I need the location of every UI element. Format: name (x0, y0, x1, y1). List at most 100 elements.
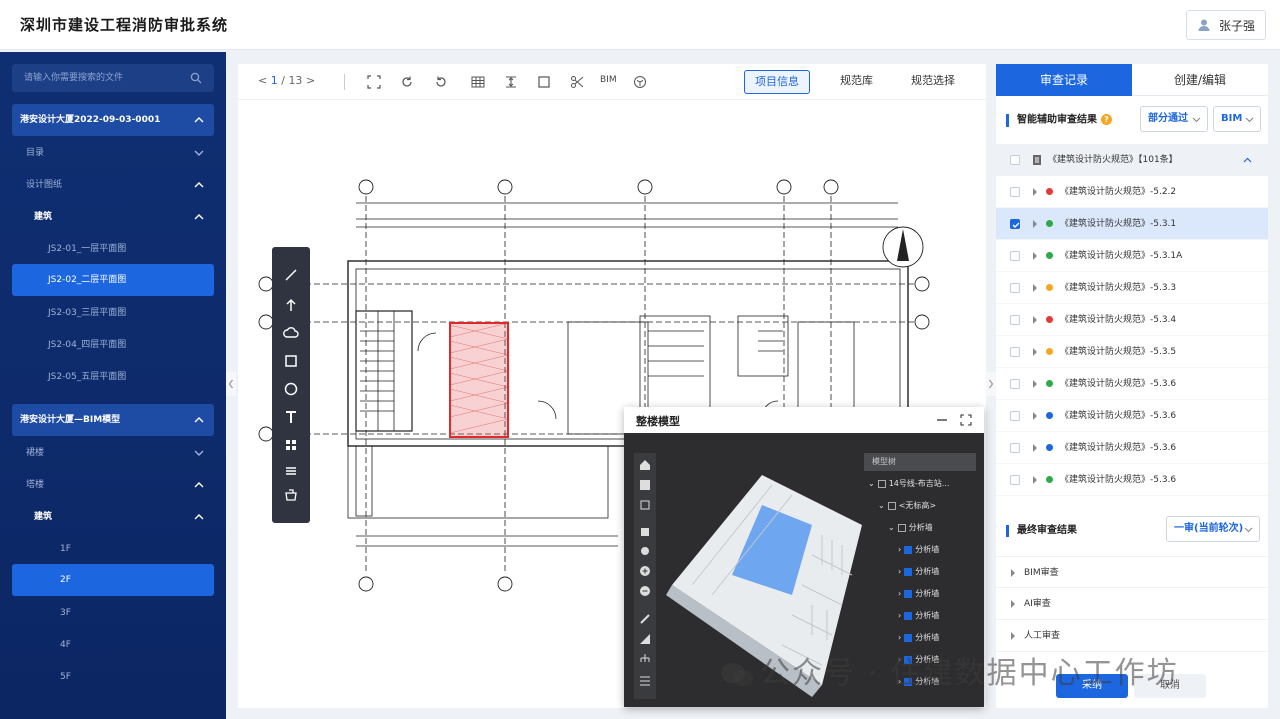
model-tree-node[interactable]: ⌄ <无标高> (878, 497, 936, 515)
model-tree-node[interactable]: ⌄ 分析墙 (888, 519, 933, 537)
rule-checkbox[interactable] (1010, 251, 1020, 261)
caret-right-icon[interactable] (1032, 348, 1038, 356)
hand-icon[interactable] (639, 545, 651, 557)
home-icon[interactable] (639, 459, 651, 471)
chevron-down-icon[interactable] (194, 438, 204, 468)
project-item-bim[interactable]: 港安设计大厦—BIM模型 (12, 404, 214, 436)
chevron-up-icon[interactable] (194, 104, 204, 136)
rule-row[interactable]: 《建筑设计防火规范》-5.3.5 (996, 336, 1268, 368)
rotate-cw-icon[interactable] (400, 75, 414, 89)
chevron-up-icon[interactable] (194, 170, 204, 200)
model-tree-node[interactable]: › 分析墙 (898, 541, 939, 559)
caret-right-icon[interactable] (1032, 220, 1038, 228)
rule-row[interactable]: 《建筑设计防火规范》-5.3.4 (996, 304, 1268, 336)
checkbox-checked[interactable] (904, 611, 913, 620)
rule-checkbox[interactable] (1010, 443, 1020, 453)
group-checkbox[interactable] (1010, 155, 1020, 165)
chevron-down-icon[interactable] (194, 138, 204, 168)
rule-row[interactable]: 《建筑设计防火规范》-5.3.6 (996, 432, 1268, 464)
rule-row[interactable]: 《建筑设计防火规范》-5.3.3 (996, 272, 1268, 304)
rotate-ccw-icon[interactable] (434, 75, 448, 89)
tab-project-info[interactable]: 项目信息 (744, 70, 810, 94)
tab-review-records[interactable]: 审查记录 (996, 64, 1132, 96)
floor-item[interactable]: 4F (12, 630, 214, 660)
rule-checkbox[interactable] (1010, 187, 1020, 197)
page-navigator[interactable]: < 1 / 13 > (258, 74, 315, 87)
rule-row[interactable]: 《建筑设计防火规范》-5.3.6 (996, 400, 1268, 432)
final-item-bim[interactable]: BIM审查 (996, 556, 1268, 588)
tree-item-tower[interactable]: 塔楼 (12, 470, 214, 500)
caret-right-icon[interactable] (1032, 316, 1038, 324)
final-item-ai[interactable]: AI审查 (996, 588, 1268, 620)
file-item-selected[interactable]: JS2-02_二层平面图 (12, 264, 214, 296)
fit-screen-icon[interactable] (367, 75, 381, 89)
chevron-up-icon[interactable] (194, 202, 204, 232)
rule-checkbox[interactable] (1010, 315, 1020, 325)
rule-row[interactable]: 《建筑设计防火规范》-5.3.6 (996, 464, 1268, 496)
rule-row[interactable]: 《建筑设计防火规范》-5.2.2 (996, 176, 1268, 208)
grid-icon[interactable] (471, 75, 485, 89)
tab-code-selection[interactable]: 规范选择 (901, 70, 965, 94)
rule-checkbox[interactable] (1010, 379, 1020, 389)
checkbox-checked[interactable] (904, 633, 913, 642)
rule-checkbox[interactable] (1010, 347, 1020, 357)
caret-right-icon[interactable] (1032, 412, 1038, 420)
checkbox[interactable] (897, 523, 906, 532)
rule-row[interactable]: 《建筑设计防火规范》-5.3.1 (996, 208, 1268, 240)
chevron-up-icon[interactable] (194, 502, 204, 532)
file-item[interactable]: JS2-04_四层平面图 (12, 330, 214, 360)
checkbox[interactable] (877, 479, 886, 488)
caret-right-icon[interactable] (1032, 252, 1038, 260)
floor-item[interactable]: 3F (12, 598, 214, 628)
rule-row[interactable]: 《建筑设计防火规范》-5.3.6 (996, 368, 1268, 400)
chevron-up-icon[interactable] (1243, 157, 1252, 163)
cloud-tool-icon[interactable] (283, 325, 299, 341)
scissors-icon[interactable] (570, 75, 584, 89)
text-tool-icon[interactable] (283, 409, 299, 425)
checkbox[interactable] (887, 501, 896, 510)
rule-row[interactable]: 《建筑设计防火规范》-5.3.1A (996, 240, 1268, 272)
rule-group-header[interactable]: 《建筑设计防火规范》【101条】 (996, 144, 1268, 176)
grid-tool-icon[interactable] (283, 437, 299, 453)
prev-page-icon[interactable]: < (258, 74, 267, 87)
floor-item[interactable]: 1F (12, 534, 214, 564)
minimize-icon[interactable] (936, 414, 948, 426)
view-icon[interactable] (639, 479, 651, 491)
checkbox-checked[interactable] (904, 589, 913, 598)
ai-source-select[interactable]: BIM (1213, 106, 1261, 132)
caret-right-icon[interactable] (1032, 476, 1038, 484)
rectangle-tool-icon[interactable] (283, 353, 299, 369)
project-item-gangan[interactable]: 港安设计大厦2022-09-03-0001 (12, 104, 214, 136)
caret-right-icon[interactable] (1032, 188, 1038, 196)
model-tree-node[interactable]: › 分析墙 (898, 607, 939, 625)
caret-right-icon[interactable] (1032, 444, 1038, 452)
measure-icon[interactable] (504, 75, 518, 89)
collapse-right-handle[interactable] (986, 372, 996, 396)
chevron-up-icon[interactable] (194, 404, 204, 436)
eraser-tool-icon[interactable] (283, 487, 299, 503)
expand-icon[interactable] (960, 414, 972, 426)
layers-tool-icon[interactable] (283, 463, 299, 479)
rectangle-select-icon[interactable] (537, 75, 551, 89)
floor-item-selected[interactable]: 2F (12, 564, 214, 596)
zoom-out-icon[interactable] (639, 585, 651, 597)
help-icon[interactable]: ? (1101, 114, 1112, 125)
model-tree-node[interactable]: › 分析墙 (898, 585, 939, 603)
ai-status-select[interactable]: 部分通过 (1140, 106, 1208, 132)
rule-checkbox[interactable] (1010, 219, 1020, 229)
tree-structure-icon[interactable] (639, 653, 651, 665)
file-item[interactable]: JS2-03_三层平面图 (12, 298, 214, 328)
caret-right-icon[interactable] (1032, 380, 1038, 388)
tree-item-architecture[interactable]: 建筑 (12, 202, 214, 232)
measure-3d-icon[interactable] (639, 633, 651, 645)
tree-item-podium[interactable]: 裙楼 (12, 438, 214, 468)
file-search-input[interactable]: 请输入你需要搜索的文件 (12, 64, 214, 92)
arrow-tool-icon[interactable] (283, 297, 299, 313)
line-tool-icon[interactable] (283, 267, 299, 283)
zoom-in-icon[interactable] (639, 565, 651, 577)
rule-checkbox[interactable] (1010, 475, 1020, 485)
bim-toggle[interactable]: BIM (600, 75, 617, 85)
tab-create-edit[interactable]: 创建/编辑 (1132, 64, 1268, 96)
circle-tool-icon[interactable] (283, 381, 299, 397)
checkbox-checked[interactable] (904, 545, 913, 554)
